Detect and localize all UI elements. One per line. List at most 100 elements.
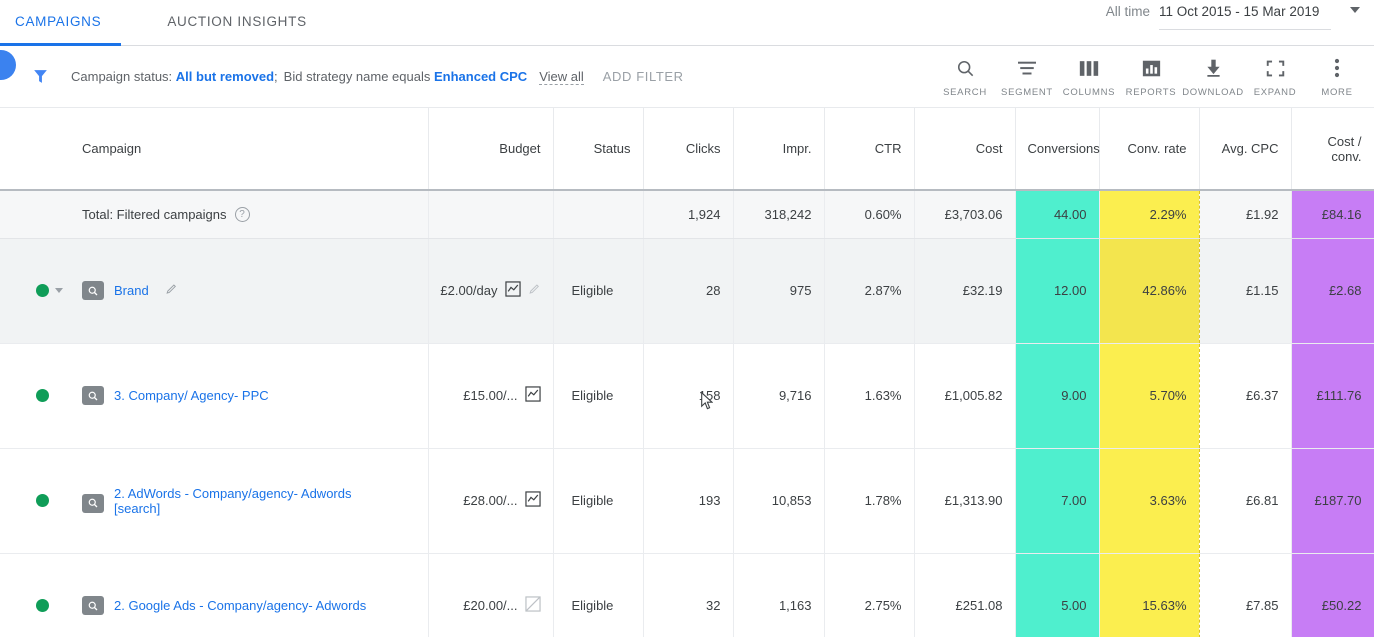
row-budget-cell[interactable]: £20.00/... — [428, 553, 553, 637]
row-checkbox-cell[interactable] — [0, 343, 24, 448]
header-ctr[interactable]: CTR — [824, 108, 914, 190]
filter-funnel-icon[interactable] — [30, 67, 50, 87]
chevron-down-icon[interactable] — [1350, 7, 1360, 13]
header-status-cell[interactable] — [24, 108, 70, 190]
campaign-enabled-dot[interactable] — [36, 599, 49, 612]
columns-button[interactable]: COLUMNS — [1058, 50, 1120, 98]
segment-button-label: SEGMENT — [1001, 87, 1053, 98]
row-ctr: 2.87% — [824, 238, 914, 343]
totals-clicks: 1,924 — [643, 190, 733, 238]
table-row[interactable]: 3. Company/ Agency- PPC £15.00/... Eligi… — [0, 343, 1374, 448]
campaign-name-link[interactable]: 2. Google Ads - Company/agency- Adwords — [114, 598, 366, 613]
download-button[interactable]: DOWNLOAD — [1182, 50, 1244, 98]
header-conversions[interactable]: Conversions — [1015, 108, 1099, 190]
expand-button[interactable]: EXPAND — [1244, 50, 1306, 98]
row-avg-cpc: £7.85 — [1199, 553, 1291, 637]
download-button-label: DOWNLOAD — [1182, 87, 1244, 98]
totals-budget — [428, 190, 553, 238]
budget-edit-pencil-icon[interactable] — [528, 283, 541, 299]
row-budget-cell[interactable]: £28.00/... — [428, 448, 553, 553]
row-campaign-cell[interactable]: 2. Google Ads - Company/agency- Adwords — [70, 553, 428, 637]
filter-chip-0-separator: ; — [274, 69, 278, 84]
header-avg-cpc[interactable]: Avg. CPC — [1199, 108, 1291, 190]
header-clicks[interactable]: Clicks — [643, 108, 733, 190]
row-conversions: 5.00 — [1015, 553, 1099, 637]
row-conv-rate: 42.86% — [1099, 238, 1199, 343]
view-all-filters-link[interactable]: View all — [539, 69, 584, 85]
totals-conv-rate: 2.29% — [1099, 190, 1199, 238]
totals-label-text: Total: Filtered campaigns — [82, 207, 227, 222]
header-campaign[interactable]: Campaign — [70, 108, 428, 190]
header-conv-rate[interactable]: Conv. rate — [1099, 108, 1199, 190]
header-impr[interactable]: Impr. — [733, 108, 824, 190]
header-cost[interactable]: Cost — [914, 108, 1015, 190]
tab-auction-insights[interactable]: AUCTION INSIGHTS — [121, 0, 330, 46]
row-status: Eligible — [553, 448, 643, 553]
header-select-all-cell[interactable] — [0, 108, 24, 190]
search-button[interactable]: SEARCH — [934, 50, 996, 98]
edit-pencil-icon[interactable] — [165, 283, 178, 299]
row-checkbox-cell[interactable] — [0, 553, 24, 637]
totals-conversions: 44.00 — [1015, 190, 1099, 238]
campaign-name-link[interactable]: 2. AdWords - Company/agency- Adwords [se… — [114, 486, 354, 516]
row-status-dot-cell[interactable] — [24, 343, 70, 448]
row-status-dot-cell[interactable] — [24, 448, 70, 553]
tabs-bar: CAMPAIGNS AUCTION INSIGHTS All time 11 O… — [0, 0, 1374, 46]
segment-button[interactable]: SEGMENT — [996, 50, 1058, 98]
toolbar-actions: SEARCH SEGMENT COLUMNS REPORTS DOWNLOAD — [934, 50, 1368, 98]
campaign-name-link[interactable]: 3. Company/ Agency- PPC — [114, 388, 269, 403]
filter-chip-0-value[interactable]: All but removed — [176, 69, 274, 84]
search-campaign-icon[interactable] — [82, 386, 104, 405]
budget-chart-icon[interactable] — [505, 281, 521, 300]
filter-chip-1-value[interactable]: Enhanced CPC — [434, 69, 527, 84]
header-cost-per-conv[interactable]: Cost / conv. — [1291, 108, 1374, 190]
tab-campaigns[interactable]: CAMPAIGNS — [0, 0, 121, 46]
row-conv-rate: 5.70% — [1099, 343, 1199, 448]
row-campaign-cell[interactable]: 2. AdWords - Company/agency- Adwords [se… — [70, 448, 428, 553]
date-range-selector[interactable]: All time 11 Oct 2015 - 15 Mar 2019 — [1106, 4, 1366, 30]
header-budget[interactable]: Budget — [428, 108, 553, 190]
row-campaign-cell[interactable]: 3. Company/ Agency- PPC — [70, 343, 428, 448]
search-campaign-icon[interactable] — [82, 281, 104, 300]
budget-chart-disabled-icon[interactable] — [525, 596, 541, 615]
row-campaign-cell[interactable]: Brand — [70, 238, 428, 343]
row-conversions: 7.00 — [1015, 448, 1099, 553]
table-body: Total: Filtered campaigns ? 1,924 318,24… — [0, 190, 1374, 637]
row-status-dot-cell[interactable] — [24, 553, 70, 637]
row-checkbox-cell[interactable] — [0, 238, 24, 343]
filter-toolbar: Campaign status: All but removed ; Bid s… — [0, 46, 1374, 108]
row-budget-cell[interactable]: £15.00/... — [428, 343, 553, 448]
row-avg-cpc: £6.37 — [1199, 343, 1291, 448]
search-campaign-icon[interactable] — [82, 494, 104, 513]
row-ctr: 1.63% — [824, 343, 914, 448]
add-filter-button[interactable]: ADD FILTER — [603, 69, 684, 84]
table-row[interactable]: Brand £2.00/day Eligible — [0, 238, 1374, 343]
campaign-enabled-dot[interactable] — [36, 389, 49, 402]
totals-cost: £3,703.06 — [914, 190, 1015, 238]
more-button[interactable]: MORE — [1306, 50, 1368, 98]
expand-fullscreen-icon — [1265, 56, 1286, 80]
row-budget-cell[interactable]: £2.00/day — [428, 238, 553, 343]
row-checkbox-cell[interactable] — [0, 448, 24, 553]
totals-cost-per-conv: £84.16 — [1291, 190, 1374, 238]
totals-row: Total: Filtered campaigns ? 1,924 318,24… — [0, 190, 1374, 238]
reports-bar-chart-icon — [1141, 56, 1162, 80]
reports-button[interactable]: REPORTS — [1120, 50, 1182, 98]
campaign-name-link[interactable]: Brand — [114, 283, 149, 298]
more-vertical-dots-icon — [1334, 56, 1340, 80]
budget-chart-icon[interactable] — [525, 491, 541, 510]
help-question-icon[interactable]: ? — [235, 207, 250, 222]
row-cost-per-conv: £111.76 — [1291, 343, 1374, 448]
table-row[interactable]: 2. Google Ads - Company/agency- Adwords … — [0, 553, 1374, 637]
campaign-enabled-dot[interactable] — [36, 494, 49, 507]
chevron-down-icon[interactable] — [55, 288, 63, 293]
date-range-value[interactable]: 11 Oct 2015 - 15 Mar 2019 — [1159, 4, 1331, 30]
search-campaign-icon[interactable] — [82, 596, 104, 615]
blue-circle-fab[interactable] — [0, 50, 16, 80]
totals-avg-cpc: £1.92 — [1199, 190, 1291, 238]
budget-chart-icon[interactable] — [525, 386, 541, 405]
table-row[interactable]: 2. AdWords - Company/agency- Adwords [se… — [0, 448, 1374, 553]
campaign-enabled-dot[interactable] — [36, 284, 49, 297]
row-status-dot-cell[interactable] — [24, 238, 70, 343]
header-status[interactable]: Status — [553, 108, 643, 190]
